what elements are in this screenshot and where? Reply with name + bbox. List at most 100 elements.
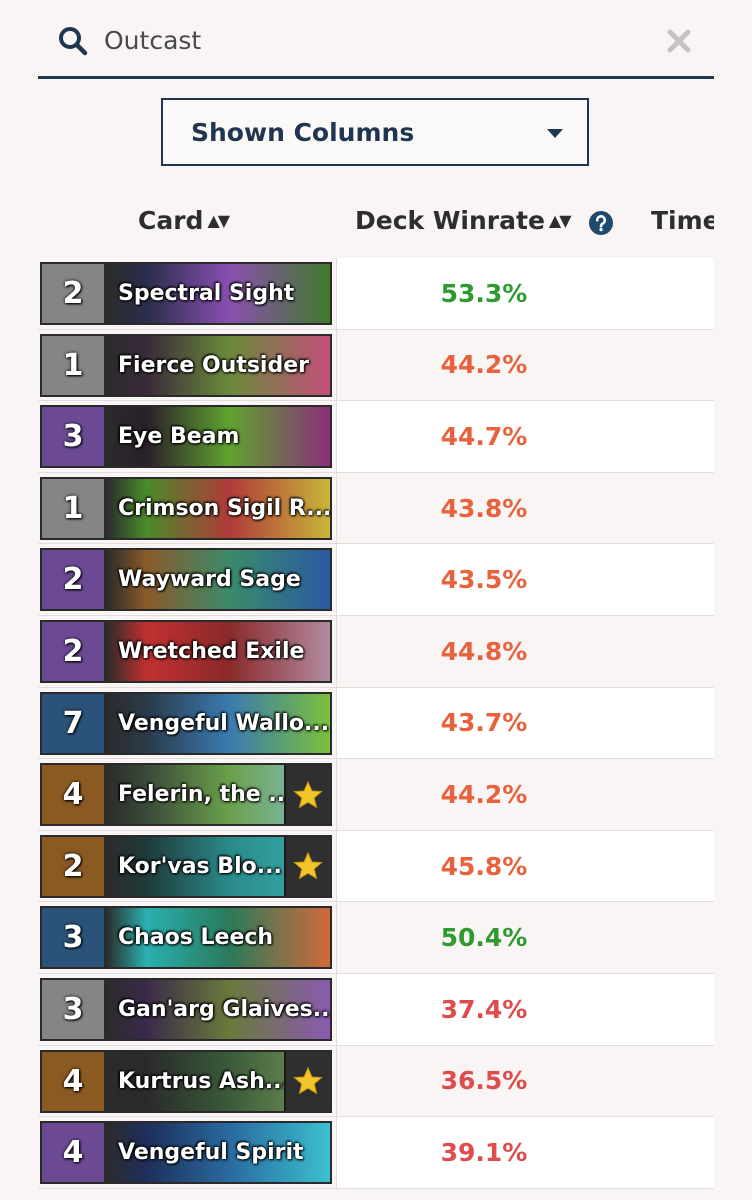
search-icon[interactable]	[58, 26, 88, 56]
card-tile[interactable]: 4 Vengeful Spirit	[40, 1121, 332, 1185]
deck-winrate-value: 44.2%	[336, 329, 632, 401]
deck-winrate-value: 44.2%	[336, 759, 632, 830]
card-tile[interactable]: 3 Chaos Leech	[40, 906, 332, 970]
time-cell	[631, 830, 714, 902]
table-row: 2 Spectral Sight 53.3%	[38, 258, 714, 330]
table-row: 3 Gan'arg Glaives... 37.4%	[38, 973, 714, 1046]
time-cell	[631, 544, 714, 615]
table-row: 1 Fierce Outsider 44.2%	[38, 329, 714, 402]
table-row: 2 Kor'vas Blo... 45.8%	[38, 830, 714, 903]
time-cell	[631, 1045, 714, 1117]
card-header-label: Card	[138, 206, 204, 235]
table-row: 3 Eye Beam 44.7%	[38, 401, 714, 473]
deck-winrate-value: 44.8%	[336, 615, 632, 687]
deck-winrate-value: 36.5%	[336, 1045, 632, 1117]
card-tile[interactable]: 3 Gan'arg Glaives...	[40, 977, 332, 1041]
card-name: Vengeful Spirit	[118, 1140, 304, 1166]
table-row: 1 Crimson Sigil R... 43.8%	[38, 472, 714, 545]
card-name: Gan'arg Glaives...	[118, 996, 332, 1022]
table-row: 3 Chaos Leech 50.4%	[38, 902, 714, 974]
deck-winrate-value: 44.7%	[336, 401, 632, 472]
card-tile[interactable]: 7 Vengeful Wallo...	[40, 691, 332, 755]
star-icon	[293, 1066, 323, 1095]
card-tile[interactable]: 1 Crimson Sigil R...	[40, 476, 332, 540]
time-cell	[631, 1117, 714, 1188]
time-cell	[631, 759, 714, 830]
deck-winrate-value: 37.4%	[336, 973, 632, 1045]
deck-winrate-value: 43.7%	[336, 687, 632, 759]
card-tile[interactable]: 4 Felerin, the ...	[40, 763, 332, 827]
search-input[interactable]	[104, 20, 644, 60]
table-row: 7 Vengeful Wallo... 43.7%	[38, 687, 714, 760]
help-icon[interactable]	[588, 210, 614, 236]
deck-winrate-value: 45.8%	[336, 830, 632, 902]
card-tile[interactable]: 3 Eye Beam	[40, 405, 332, 469]
card-name: Wayward Sage	[118, 567, 301, 593]
deck-winrate-header-label: Deck Winrate	[355, 206, 545, 235]
mana-cost: 4	[42, 1123, 106, 1183]
deck-winrate-value: 39.1%	[336, 1117, 632, 1188]
mana-cost: 4	[42, 1051, 106, 1111]
time-cell	[631, 329, 714, 401]
card-tile[interactable]: 2 Spectral Sight	[40, 262, 332, 325]
card-table: 2 Spectral Sight 53.3% 1 Fierce Outsider 44.2…	[38, 258, 714, 1189]
table-row: 4 Felerin, the ... 44.2%	[38, 759, 714, 831]
time-header-label: Time	[651, 206, 714, 235]
mana-cost: 3	[42, 908, 106, 968]
deck-winrate-value: 43.8%	[336, 472, 632, 544]
deck-winrate-value: 50.4%	[336, 902, 632, 973]
time-cell	[631, 902, 714, 973]
mana-cost: 1	[42, 478, 106, 538]
card-tile[interactable]: 2 Kor'vas Blo...	[40, 834, 332, 898]
card-name: Felerin, the ...	[118, 782, 294, 808]
time-column-header[interactable]: Time	[651, 206, 714, 235]
mana-cost: 3	[42, 979, 106, 1039]
time-cell	[631, 401, 714, 472]
card-name: Fierce Outsider	[118, 352, 309, 378]
time-cell	[631, 615, 714, 687]
deck-winrate-value: 53.3%	[336, 258, 632, 329]
card-name: Eye Beam	[118, 424, 240, 450]
card-name: Spectral Sight	[118, 281, 295, 306]
close-icon[interactable]	[666, 28, 692, 54]
legendary-badge	[284, 1051, 330, 1111]
card-name: Kor'vas Blo...	[118, 853, 282, 879]
legendary-badge	[284, 765, 330, 825]
table-row: 4 Kurtrus Ash... 36.5%	[38, 1045, 714, 1118]
mana-cost: 3	[42, 407, 106, 467]
table-row: 2 Wayward Sage 43.5%	[38, 544, 714, 616]
time-cell	[631, 258, 714, 329]
card-tile[interactable]: 2 Wayward Sage	[40, 548, 332, 612]
deck-winrate-column-header[interactable]: Deck Winrate ▲▼	[355, 206, 572, 235]
mana-cost: 4	[42, 765, 106, 825]
card-tile[interactable]: 4 Kurtrus Ash...	[40, 1049, 332, 1113]
card-name: Chaos Leech	[118, 925, 274, 951]
mana-cost: 2	[42, 264, 106, 323]
mana-cost: 1	[42, 335, 106, 395]
card-tile[interactable]: 1 Fierce Outsider	[40, 333, 332, 397]
legendary-badge	[284, 836, 330, 896]
time-cell	[631, 687, 714, 759]
mana-cost: 7	[42, 693, 106, 753]
shown-columns-label: Shown Columns	[191, 118, 415, 147]
card-name: Crimson Sigil R...	[118, 495, 332, 521]
time-cell	[631, 472, 714, 544]
sort-icon: ▲▼	[207, 211, 230, 230]
shown-columns-dropdown[interactable]: Shown Columns	[161, 98, 589, 166]
card-name: Vengeful Wallo...	[118, 710, 330, 736]
table-header: Card ▲▼ Deck Winrate ▲▼ Time	[0, 196, 752, 252]
card-name: Kurtrus Ash...	[118, 1068, 290, 1094]
table-row: 4 Vengeful Spirit 39.1%	[38, 1117, 714, 1189]
card-name: Wretched Exile	[118, 638, 305, 664]
table-row: 2 Wretched Exile 44.8%	[38, 615, 714, 688]
star-icon	[293, 780, 323, 809]
sort-icon: ▲▼	[548, 211, 572, 230]
card-tile[interactable]: 2 Wretched Exile	[40, 619, 332, 683]
search-bar	[38, 0, 714, 79]
mana-cost: 2	[42, 550, 106, 610]
deck-winrate-value: 43.5%	[336, 544, 632, 615]
star-icon	[293, 851, 323, 880]
caret-down-icon	[547, 129, 563, 138]
mana-cost: 2	[42, 621, 106, 681]
card-column-header[interactable]: Card ▲▼	[138, 206, 230, 235]
